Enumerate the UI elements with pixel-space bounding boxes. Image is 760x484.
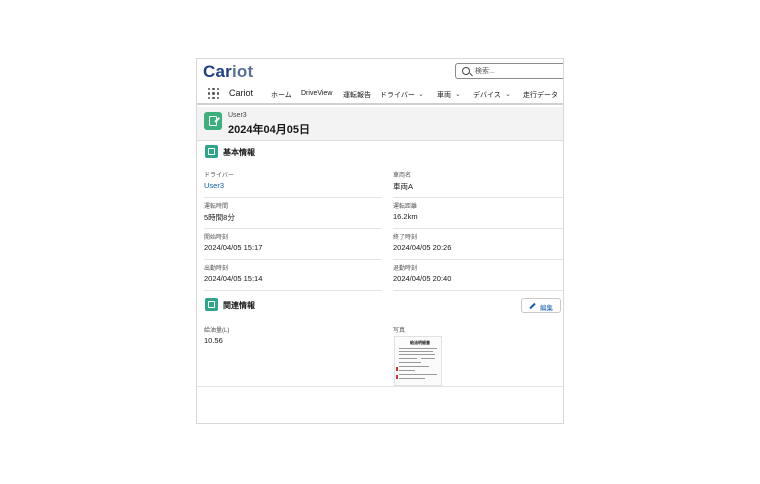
search-input[interactable]: 検索... [455, 63, 563, 79]
app-navigation: Cariot ホーム DriveView 運転報告 ドライバー ⌄ 車両 ⌄ デ… [197, 85, 563, 105]
app-window: Cariot 検索... Cariot ホーム DriveView 運転報告 ド… [196, 58, 564, 424]
record-title: 2024年04月05日 [228, 124, 310, 136]
global-header: Cariot 検索... [197, 59, 563, 85]
nav-item-home[interactable]: ホーム [271, 90, 292, 100]
pencil-icon [529, 302, 536, 310]
field-drive-time: 運転時間 5時間8分 [204, 198, 382, 229]
divider [197, 386, 563, 387]
nav-item-driveview[interactable]: DriveView [301, 90, 332, 97]
receipt-photo[interactable]: 給油明細書 [394, 336, 442, 386]
section-basic-info[interactable]: 基本情報 [197, 141, 563, 163]
cariot-logo[interactable]: Cariot [203, 62, 253, 82]
field-clock-out: 退勤時刻 2024/04/05 20:40 [393, 260, 563, 291]
app-launcher-icon[interactable] [208, 88, 219, 99]
field-end-time: 終了時刻 2024/04/05 20:26 [393, 229, 563, 260]
nav-item-drive-report[interactable]: 運転報告 [343, 90, 371, 100]
nav-item-device[interactable]: デバイス [473, 90, 501, 100]
field-distance: 運転距離 16.2km [393, 198, 563, 229]
chevron-down-icon[interactable]: ⌄ [418, 90, 424, 98]
record-subtitle: User3 [228, 112, 247, 119]
search-icon [462, 67, 470, 75]
field-clock-in: 出勤時刻 2024/04/05 15:14 [204, 260, 382, 291]
edit-button[interactable]: 編集 [521, 298, 561, 313]
record-header: User3 2024年04月05日 [197, 107, 563, 141]
chevron-down-icon[interactable]: ⌄ [505, 90, 511, 98]
nav-item-driver[interactable]: ドライバー [380, 90, 415, 100]
basic-info-icon [205, 145, 218, 158]
app-name: Cariot [229, 88, 254, 98]
nav-item-vehicle[interactable]: 車両 [437, 90, 451, 100]
driver-link[interactable]: User3 [204, 181, 224, 190]
section-title: 関連情報 [223, 301, 255, 310]
related-info-icon [205, 298, 218, 311]
section-title: 基本情報 [223, 148, 255, 157]
receipt-title: 給油明細書 [410, 340, 430, 345]
nav-item-drive-data[interactable]: 走行データ [523, 90, 558, 100]
section-related-info[interactable]: 関連情報 [197, 294, 563, 316]
search-placeholder: 検索... [475, 68, 495, 75]
field-vehicle: 車両名 車両A [393, 167, 563, 198]
drive-report-icon [204, 112, 222, 130]
chevron-down-icon[interactable]: ⌄ [455, 90, 461, 98]
field-driver: ドライバー User3 [204, 167, 382, 198]
field-start-time: 開始時刻 2024/04/05 15:17 [204, 229, 382, 260]
